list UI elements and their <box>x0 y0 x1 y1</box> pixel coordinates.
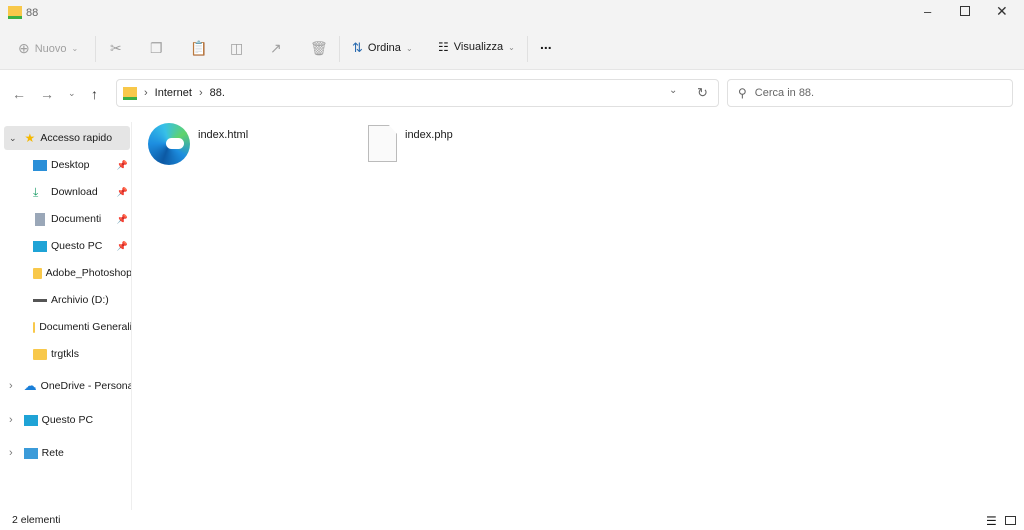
minimize-button[interactable]: – <box>924 4 931 19</box>
computer-icon <box>33 240 47 252</box>
file-name: index.php <box>405 129 453 141</box>
copy-icon[interactable]: ❐ <box>150 40 163 57</box>
sidebar-item-label: Questo PC <box>51 240 103 252</box>
address-bar[interactable]: › Internet › 88. ⌄ ↻ <box>116 79 719 107</box>
chevron-right-icon[interactable]: › <box>9 414 13 426</box>
download-icon: ⤓ <box>33 184 39 199</box>
file-item[interactable]: index.html <box>148 123 248 165</box>
star-icon: ★ <box>24 131 36 145</box>
tiles-view-icon[interactable] <box>1005 516 1016 525</box>
documents-icon <box>35 212 45 226</box>
view-icon: ☷ <box>438 40 449 54</box>
chevron-right-icon: › <box>198 87 203 99</box>
sidebar-item-label: trgtkls <box>51 348 80 360</box>
sidebar-item-onedrive[interactable]: › ☁ OneDrive - Personal <box>0 374 132 398</box>
sidebar-item-label: Download <box>51 186 98 198</box>
back-button[interactable]: ← <box>12 86 26 102</box>
details-view-icon[interactable]: ☰ <box>986 513 997 529</box>
sidebar-item-documents[interactable]: Documenti 📌 <box>0 207 131 231</box>
file-item[interactable]: index.php <box>368 125 453 162</box>
recent-locations-button[interactable]: ⌄ <box>68 88 76 99</box>
cut-icon[interactable]: ✂ <box>110 40 122 57</box>
more-options-button[interactable]: ... <box>540 36 552 52</box>
sidebar-item-label: Rete <box>41 447 64 459</box>
plus-circle-icon: ⊕ <box>18 40 30 56</box>
sidebar-item-drive-d[interactable]: Archivio (D:) <box>0 288 131 312</box>
sort-icon: ⇅ <box>352 40 363 55</box>
sidebar-item-this-pc[interactable]: › Questo PC <box>0 408 131 432</box>
sidebar-item-folder[interactable]: Documenti Generali <box>0 315 132 339</box>
window-title: 88 <box>26 7 39 19</box>
view-label: Visualizza <box>453 41 504 53</box>
sidebar-item-label: Adobe_Photoshop <box>45 267 132 279</box>
sidebar-item-label: Questo PC <box>41 414 94 426</box>
address-dropdown-icon[interactable]: ⌄ <box>669 85 677 96</box>
close-button[interactable]: ✕ <box>996 3 1008 20</box>
blank-file-icon <box>368 125 397 162</box>
search-placeholder: Cerca in 88. <box>754 87 815 99</box>
chevron-right-icon[interactable]: › <box>9 447 13 459</box>
title-bar: 88 – ✕ <box>0 0 1024 28</box>
sidebar-item-label: Documenti <box>51 213 102 225</box>
rename-icon[interactable]: ◫ <box>230 40 243 57</box>
folder-icon <box>33 267 42 279</box>
maximize-button[interactable] <box>960 6 970 16</box>
breadcrumb-88[interactable]: 88. <box>210 87 225 99</box>
pin-icon: 📌 <box>116 213 128 224</box>
folder-icon <box>33 321 36 333</box>
sidebar-item-download[interactable]: ⤓ Download 📌 <box>0 180 131 204</box>
network-icon <box>23 447 38 459</box>
sort-button[interactable]: ⇅ Ordina ⌄ <box>352 40 413 56</box>
up-button[interactable]: ↑ <box>91 86 98 102</box>
computer-icon <box>23 414 38 426</box>
file-name: index.html <box>198 129 249 141</box>
search-input[interactable]: ⚲ Cerca in 88. <box>727 79 1013 107</box>
forward-button[interactable]: → <box>40 86 54 102</box>
cloud-icon: ☁ <box>23 378 37 393</box>
breadcrumb-internet[interactable]: Internet <box>155 87 192 99</box>
refresh-icon[interactable]: ↻ <box>697 85 708 101</box>
pin-icon: 📌 <box>116 186 128 197</box>
sidebar-item-network[interactable]: › Rete <box>0 441 131 465</box>
chevron-right-icon: › <box>144 87 148 99</box>
share-icon[interactable]: ↗ <box>270 40 282 57</box>
sidebar-item-desktop[interactable]: Desktop 📌 <box>0 153 131 177</box>
view-button[interactable]: ☷ Visualizza ⌄ <box>438 40 515 54</box>
status-bar: 2 elementi ☰ <box>0 512 1024 530</box>
sidebar-item-folder[interactable]: trgtkls <box>0 342 131 366</box>
folder-internet-icon <box>123 86 137 100</box>
delete-icon[interactable]: 🗑 <box>310 40 328 57</box>
pin-icon: 📌 <box>116 159 128 170</box>
desktop-icon <box>33 159 47 171</box>
sidebar-item-quick-access[interactable]: ⌄ ★ Accesso rapido <box>4 126 130 150</box>
folder-icon <box>33 348 47 360</box>
item-count: 2 elementi <box>12 514 61 526</box>
drive-icon <box>33 298 47 302</box>
sidebar-item-label: Documenti Generali <box>39 321 132 333</box>
chevron-down-icon[interactable]: ⌄ <box>9 133 17 144</box>
sidebar-item-this-pc-pinned[interactable]: Questo PC 📌 <box>0 234 131 258</box>
chevron-down-icon: ⌄ <box>508 42 515 52</box>
chevron-right-icon[interactable]: › <box>9 380 13 392</box>
pin-icon: 📌 <box>116 240 128 251</box>
chevron-down-icon: ⌄ <box>405 43 413 53</box>
navigation-pane: ⌄ ★ Accesso rapido Desktop 📌 ⤓ Download 📌 D… <box>0 122 132 510</box>
search-icon: ⚲ <box>738 86 747 100</box>
sort-label: Ordina <box>367 42 401 54</box>
new-button[interactable]: ⊕ Nuovo ⌄ <box>18 40 78 57</box>
new-label: Nuovo <box>34 42 67 55</box>
sidebar-item-label: Accesso rapido <box>40 132 113 144</box>
edge-icon <box>148 123 190 165</box>
chevron-down-icon: ⌄ <box>71 44 79 53</box>
sidebar-item-folder[interactable]: Adobe_Photoshop <box>0 261 132 285</box>
command-bar: ⊕ Nuovo ⌄ ✂ ❐ 📋 ◫ ↗ 🗑 ⇅ Ordina ⌄ ☷ Visualizza… <box>0 28 1024 70</box>
sidebar-item-label: Desktop <box>51 159 90 171</box>
paste-icon[interactable]: 📋 <box>190 40 207 57</box>
folder-internet-icon <box>8 6 22 19</box>
sidebar-item-label: Archivio (D:) <box>51 294 109 306</box>
sidebar-item-label: OneDrive - Personal <box>40 380 132 392</box>
